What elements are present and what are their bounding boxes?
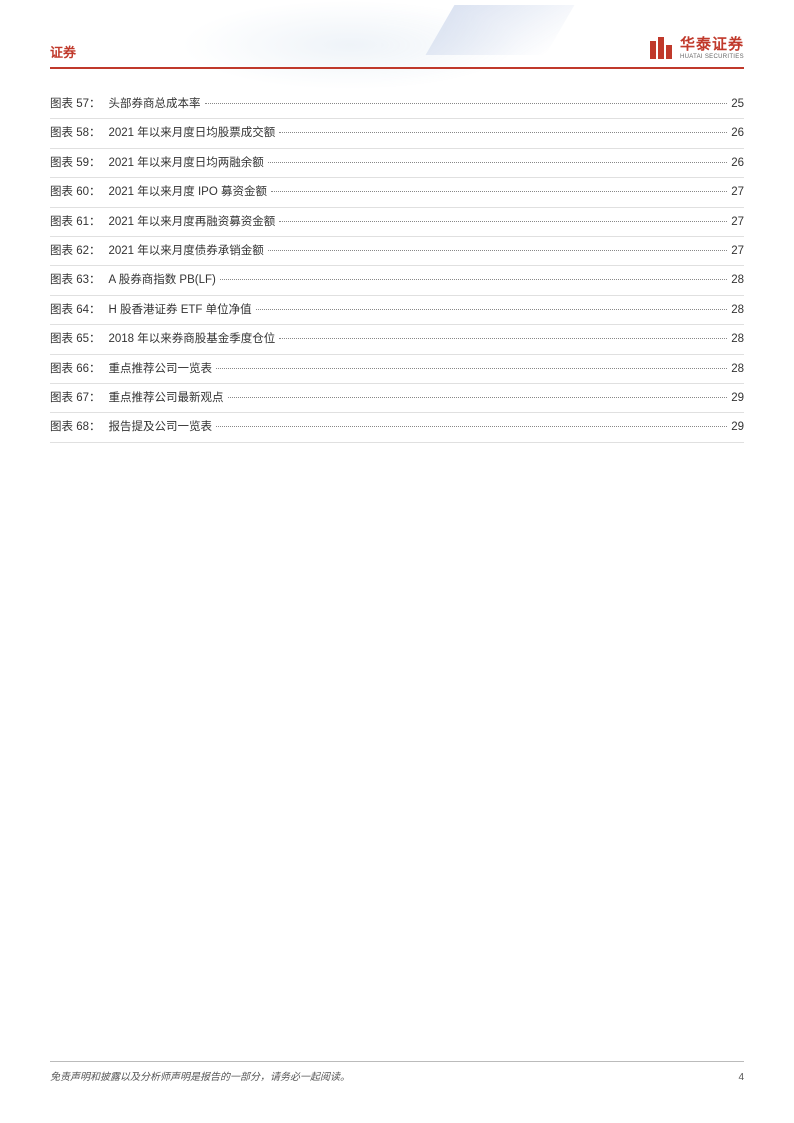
toc-label: 图表 65：	[50, 330, 101, 348]
toc-page: 29	[731, 418, 744, 436]
toc-entry: 图表 66： 重点推荐公司一览表 28	[50, 355, 744, 384]
toc-page: 28	[731, 301, 744, 319]
logo-chinese: 华泰证券	[680, 37, 744, 52]
toc-label: 图表 63：	[50, 271, 101, 289]
toc-dots	[256, 309, 728, 310]
page-header: 证券 华泰证券 HUATAI SECURITIES	[50, 35, 744, 69]
toc-title: 头部券商总成本率	[109, 95, 201, 113]
toc-label: 图表 64：	[50, 301, 101, 319]
toc-dots	[220, 279, 727, 280]
toc-page: 26	[731, 124, 744, 142]
toc-label: 图表 60：	[50, 183, 101, 201]
toc-title: 重点推荐公司一览表	[109, 360, 213, 378]
toc-label: 图表 57：	[50, 95, 101, 113]
toc-label: 图表 61：	[50, 213, 101, 231]
toc-dots	[279, 132, 727, 133]
toc-entry: 图表 64： H 股香港证券 ETF 单位净值 28	[50, 296, 744, 325]
table-of-contents: 图表 57： 头部券商总成本率 25 图表 58： 2021 年以来月度日均股票成交额…	[50, 90, 744, 443]
toc-label: 图表 67：	[50, 389, 101, 407]
toc-entry: 图表 68： 报告提及公司一览表 29	[50, 413, 744, 442]
toc-entry: 图表 63： A 股券商指数 PB(LF) 28	[50, 266, 744, 295]
toc-entry: 图表 67： 重点推荐公司最新观点 29	[50, 384, 744, 413]
toc-label: 图表 62：	[50, 242, 101, 260]
toc-entry: 图表 57： 头部券商总成本率 25	[50, 90, 744, 119]
toc-title: 2021 年以来月度 IPO 募资金额	[109, 183, 267, 201]
toc-title: 2018 年以来券商股基金季度仓位	[109, 330, 276, 348]
toc-page: 27	[731, 242, 744, 260]
toc-entry: 图表 59： 2021 年以来月度日均两融余额 26	[50, 149, 744, 178]
toc-page: 28	[731, 330, 744, 348]
brand-logo: 华泰证券 HUATAI SECURITIES	[648, 35, 744, 61]
toc-entry: 图表 61： 2021 年以来月度再融资募资金额 27	[50, 208, 744, 237]
toc-dots	[271, 191, 727, 192]
logo-icon	[648, 35, 674, 61]
header-title: 证券	[50, 42, 76, 61]
toc-page: 26	[731, 154, 744, 172]
toc-page: 25	[731, 95, 744, 113]
logo-english: HUATAI SECURITIES	[680, 54, 744, 60]
toc-entry: 图表 65： 2018 年以来券商股基金季度仓位 28	[50, 325, 744, 354]
toc-label: 图表 58：	[50, 124, 101, 142]
toc-entry: 图表 62： 2021 年以来月度债券承销金额 27	[50, 237, 744, 266]
toc-dots	[216, 426, 727, 427]
toc-dots	[279, 221, 727, 222]
toc-dots	[216, 368, 727, 369]
footer-disclaimer: 免责声明和披露以及分析师声明是报告的一部分，请务必一起阅读。	[50, 1068, 350, 1083]
logo-text: 华泰证券 HUATAI SECURITIES	[680, 37, 744, 60]
toc-dots	[279, 338, 727, 339]
toc-title: H 股香港证券 ETF 单位净值	[109, 301, 252, 319]
toc-title: A 股券商指数 PB(LF)	[109, 271, 216, 289]
toc-entry: 图表 60： 2021 年以来月度 IPO 募资金额 27	[50, 178, 744, 207]
toc-label: 图表 59：	[50, 154, 101, 172]
toc-page: 27	[731, 213, 744, 231]
toc-page: 29	[731, 389, 744, 407]
toc-dots	[268, 250, 727, 251]
toc-title: 2021 年以来月度债券承销金额	[109, 242, 264, 260]
footer-page-number: 4	[738, 1072, 744, 1083]
toc-page: 27	[731, 183, 744, 201]
toc-dots	[228, 397, 728, 398]
toc-dots	[205, 103, 728, 104]
toc-label: 图表 66：	[50, 360, 101, 378]
toc-title: 2021 年以来月度日均两融余额	[109, 154, 264, 172]
toc-title: 2021 年以来月度日均股票成交额	[109, 124, 276, 142]
toc-label: 图表 68：	[50, 418, 101, 436]
toc-page: 28	[731, 271, 744, 289]
toc-title: 2021 年以来月度再融资募资金额	[109, 213, 276, 231]
toc-entry: 图表 58： 2021 年以来月度日均股票成交额 26	[50, 119, 744, 148]
toc-dots	[268, 162, 727, 163]
toc-title: 报告提及公司一览表	[109, 418, 213, 436]
page-footer: 免责声明和披露以及分析师声明是报告的一部分，请务必一起阅读。 4	[50, 1061, 744, 1083]
toc-page: 28	[731, 360, 744, 378]
toc-title: 重点推荐公司最新观点	[109, 389, 224, 407]
